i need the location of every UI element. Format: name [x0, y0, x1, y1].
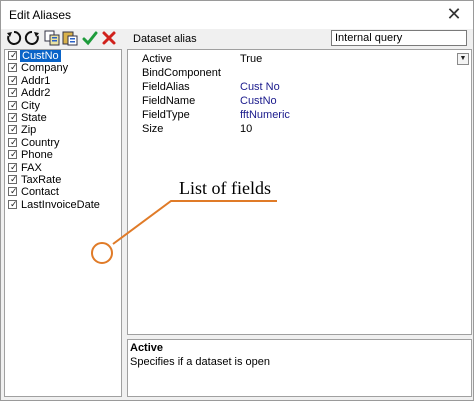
property-row-bindcomponent[interactable]: BindComponent: [128, 67, 471, 81]
dataset-alias-input[interactable]: [331, 30, 467, 46]
checkbox-check-icon: ✓: [10, 149, 18, 160]
property-name: Size: [142, 123, 164, 135]
property-row-fieldalias[interactable]: FieldAlias Cust No: [128, 81, 471, 95]
list-item[interactable]: ✓ Phone: [5, 149, 121, 161]
field-label: Contact: [21, 186, 59, 199]
checkbox-check-icon: ✓: [10, 111, 18, 122]
refresh-icon[interactable]: [6, 30, 22, 46]
field-checkbox[interactable]: ✓: [8, 149, 18, 160]
field-label: Zip: [21, 124, 37, 137]
list-item[interactable]: ✓ Contact: [5, 186, 121, 198]
dataset-alias-label: Dataset alias: [133, 33, 197, 45]
list-item[interactable]: ✓ Country: [5, 137, 121, 149]
toolbar: [4, 29, 122, 49]
property-name: Active: [142, 53, 172, 65]
field-label: CustNo: [20, 50, 61, 63]
help-title: Active: [130, 342, 164, 354]
field-checkbox[interactable]: ✓: [8, 161, 18, 172]
list-item[interactable]: ✓ Addr1: [5, 75, 121, 87]
property-row-fieldname[interactable]: FieldName CustNo: [128, 95, 471, 109]
list-item[interactable]: ✓ LastInvoiceDate: [5, 199, 121, 211]
list-item[interactable]: ✓ City: [5, 100, 121, 112]
field-label: Addr2: [21, 87, 51, 100]
field-checkbox[interactable]: ✓: [8, 111, 18, 122]
property-value[interactable]: CustNo: [240, 95, 277, 107]
checkbox-check-icon: ✓: [10, 124, 18, 135]
right-panel: Dataset alias Active True ▼ BindComponen…: [127, 29, 472, 397]
checkbox-check-icon: ✓: [10, 74, 18, 85]
list-item[interactable]: ✓ Addr2: [5, 87, 121, 99]
checkbox-check-icon: ✓: [10, 50, 18, 60]
paste-icon[interactable]: [62, 30, 78, 46]
property-name: FieldAlias: [142, 81, 190, 93]
field-list[interactable]: ✓ CustNo ✓ Company ✓ Addr1 ✓ Addr2 ✓ City ✓ St…: [4, 49, 122, 397]
checkbox-check-icon: ✓: [10, 161, 18, 172]
field-label: Addr1: [21, 74, 51, 87]
property-value[interactable]: fftNumeric: [240, 109, 290, 121]
field-checkbox[interactable]: ✓: [8, 62, 18, 73]
field-label: City: [21, 99, 40, 112]
property-value[interactable]: Cust No: [240, 81, 280, 93]
field-label: FAX: [21, 161, 42, 174]
list-item[interactable]: ✓ CustNo: [5, 50, 121, 63]
checkbox-check-icon: ✓: [10, 62, 18, 73]
property-value[interactable]: 10: [240, 123, 252, 135]
list-item[interactable]: ✓ Zip: [5, 124, 121, 136]
checkbox-check-icon: ✓: [10, 99, 18, 110]
undo-icon[interactable]: [24, 30, 40, 46]
property-name: FieldType: [142, 109, 190, 121]
property-row-size[interactable]: Size 10: [128, 123, 471, 137]
field-checkbox[interactable]: ✓: [8, 99, 18, 110]
property-name: FieldName: [142, 95, 196, 107]
property-value[interactable]: True: [240, 53, 262, 65]
checkbox-check-icon: ✓: [10, 87, 18, 98]
window-close-button[interactable]: ✕: [443, 3, 465, 25]
checkbox-check-icon: ✓: [10, 186, 18, 197]
property-name: BindComponent: [142, 67, 221, 79]
help-description: Specifies if a dataset is open: [130, 356, 271, 368]
list-item[interactable]: ✓ State: [5, 112, 121, 124]
property-row-fieldtype[interactable]: FieldType fftNumeric: [128, 109, 471, 123]
title-bar: Edit Aliases ✕: [1, 1, 473, 29]
list-item[interactable]: ✓ Company: [5, 62, 121, 74]
property-row-active[interactable]: Active True ▼: [128, 53, 471, 67]
field-checkbox[interactable]: ✓: [8, 74, 18, 85]
chevron-down-icon[interactable]: ▼: [457, 53, 469, 65]
field-label: LastInvoiceDate: [21, 198, 100, 211]
field-label: TaxRate: [21, 173, 62, 186]
field-checkbox[interactable]: ✓: [8, 136, 18, 147]
annotation-label: List of fields: [179, 178, 271, 198]
field-label: Phone: [21, 149, 53, 162]
close-icon[interactable]: [101, 30, 117, 46]
field-checkbox[interactable]: ✓: [8, 87, 18, 98]
check-icon[interactable]: [82, 30, 98, 46]
field-label: State: [21, 111, 47, 124]
list-item[interactable]: ✓ TaxRate: [5, 174, 121, 186]
window-title: Edit Aliases: [9, 8, 72, 22]
checkbox-check-icon: ✓: [10, 198, 18, 209]
help-panel: Active Specifies if a dataset is open: [127, 339, 472, 397]
field-checkbox[interactable]: ✓: [8, 198, 18, 209]
field-checkbox[interactable]: ✓: [8, 50, 18, 60]
field-checkbox[interactable]: ✓: [8, 186, 18, 197]
checkbox-check-icon: ✓: [10, 173, 18, 184]
field-label: Country: [21, 136, 60, 149]
edit-aliases-dialog: Edit Aliases ✕ ✓ CustNo ✓ Company ✓ Addr…: [0, 0, 474, 401]
copy-icon[interactable]: [44, 30, 60, 46]
field-checkbox[interactable]: ✓: [8, 124, 18, 135]
checkbox-check-icon: ✓: [10, 136, 18, 147]
left-panel: ✓ CustNo ✓ Company ✓ Addr1 ✓ Addr2 ✓ City ✓ St…: [4, 29, 122, 397]
list-item[interactable]: ✓ FAX: [5, 162, 121, 174]
field-label: Company: [21, 62, 69, 75]
field-checkbox[interactable]: ✓: [8, 173, 18, 184]
